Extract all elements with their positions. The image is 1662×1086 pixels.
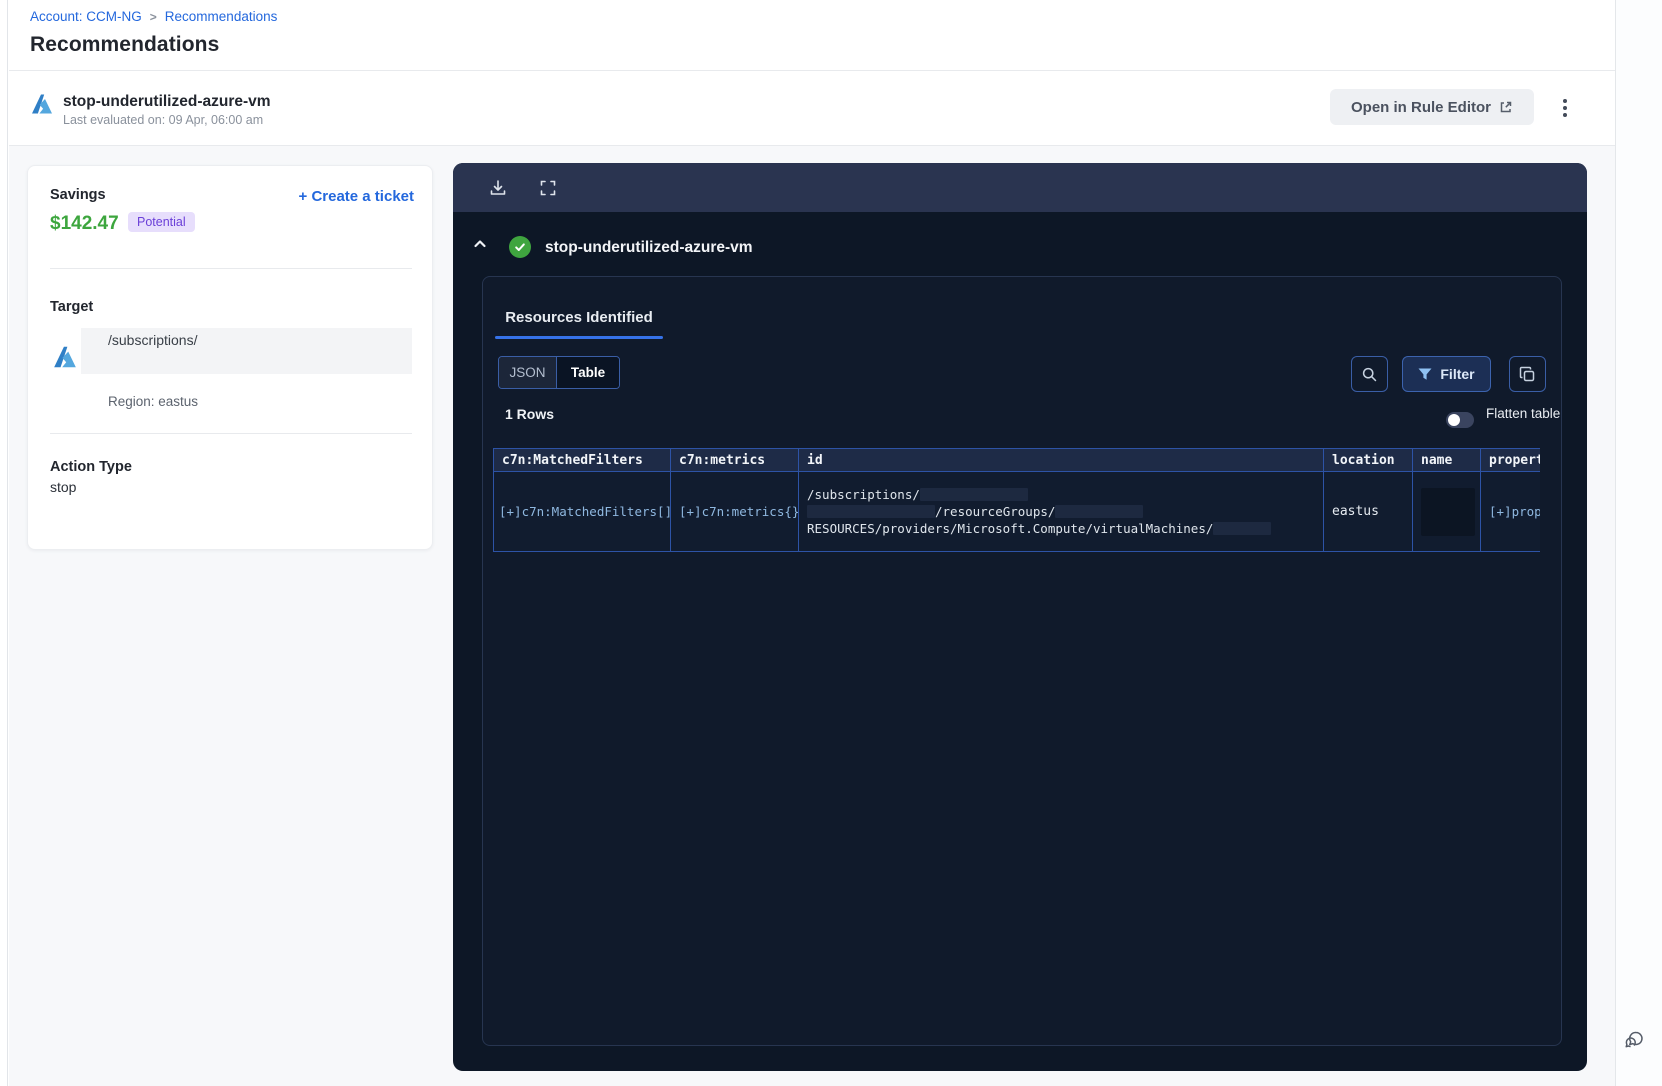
search-button[interactable] xyxy=(1351,356,1388,392)
cell-matched-filters-expander[interactable]: [+]c7n:MatchedFilters[] xyxy=(494,472,671,551)
help-chat-button[interactable] xyxy=(1621,1028,1647,1054)
cell-resource-id: /subscriptions/ /resourceGroups/ RESOURC… xyxy=(799,472,1324,551)
rule-options-menu-button[interactable] xyxy=(1553,95,1577,121)
azure-icon xyxy=(30,92,54,116)
breadcrumb-current-link[interactable]: Recommendations xyxy=(165,9,278,24)
external-link-icon xyxy=(1499,100,1513,114)
open-in-rule-editor-button[interactable]: Open in Rule Editor xyxy=(1330,89,1534,125)
table-header-row: c7n:MatchedFilters c7n:metrics id locati… xyxy=(494,449,1540,471)
results-toolbar xyxy=(453,163,1587,212)
fullscreen-button[interactable] xyxy=(537,177,559,199)
breadcrumb-account-link[interactable]: Account: CCM-NG xyxy=(30,9,142,24)
subheader-divider xyxy=(9,145,1615,146)
target-path: /subscriptions/ xyxy=(108,331,198,348)
rule-name: stop-underutilized-azure-vm xyxy=(63,93,271,110)
tab-active-indicator xyxy=(495,336,663,339)
redaction-block xyxy=(1421,487,1475,536)
success-check-icon xyxy=(509,236,531,258)
resource-id-line-3: RESOURCES/providers/Microsoft.Compute/vi… xyxy=(807,521,1214,536)
create-ticket-button[interactable]: + Create a ticket xyxy=(299,188,414,205)
redaction-block xyxy=(1213,522,1272,535)
copy-icon xyxy=(1519,366,1536,383)
panel-rule-title: stop-underutilized-azure-vm xyxy=(545,239,753,256)
resources-table: c7n:MatchedFilters c7n:metrics id locati… xyxy=(493,448,1540,552)
filter-icon xyxy=(1418,368,1432,381)
cell-name xyxy=(1413,472,1481,551)
left-rail xyxy=(0,0,8,1086)
chat-bubbles-icon xyxy=(1621,1028,1647,1054)
search-icon xyxy=(1361,366,1378,383)
savings-label: Savings xyxy=(50,187,106,203)
view-table-segment[interactable]: Table xyxy=(557,357,619,388)
breadcrumb-separator: > xyxy=(149,9,157,24)
download-button[interactable] xyxy=(487,177,509,199)
target-redacted-row xyxy=(81,351,412,374)
savings-card: Savings + Create a ticket $142.47 Potent… xyxy=(27,165,433,550)
column-header-properties: properties xyxy=(1481,449,1540,471)
redaction-block xyxy=(807,505,935,518)
action-type-label: Action Type xyxy=(50,459,132,475)
right-gutter xyxy=(1615,0,1662,1086)
filter-label: Filter xyxy=(1440,366,1475,382)
cell-metrics-expander[interactable]: [+]c7n:metrics{} xyxy=(671,472,799,551)
target-label: Target xyxy=(50,299,94,315)
resource-id-line-2: /resourceGroups/ xyxy=(935,504,1056,519)
column-header-location: location xyxy=(1324,449,1413,471)
redaction-block xyxy=(919,488,1028,501)
page-title: Recommendations xyxy=(30,33,220,56)
column-header-metrics: c7n:metrics xyxy=(671,449,799,471)
view-mode-segmented-control: JSON Table xyxy=(498,356,620,389)
column-header-id: id xyxy=(799,449,1324,471)
download-icon xyxy=(488,178,508,198)
column-header-matched-filters: c7n:MatchedFilters xyxy=(494,449,671,471)
open-in-rule-editor-label: Open in Rule Editor xyxy=(1350,98,1491,116)
redaction-block xyxy=(1055,505,1144,518)
filter-button[interactable]: Filter xyxy=(1402,356,1491,392)
copy-button[interactable] xyxy=(1509,356,1546,392)
savings-amount: $142.47 xyxy=(50,213,119,234)
target-region: Region: eastus xyxy=(108,394,199,409)
target-path-row: /subscriptions/ xyxy=(81,328,412,351)
cell-location: eastus xyxy=(1324,472,1413,551)
breadcrumb: Account: CCM-NG > Recommendations xyxy=(30,9,277,24)
resources-container xyxy=(482,276,1562,1046)
azure-target-icon xyxy=(52,344,78,370)
resource-id-line-1: /subscriptions/ xyxy=(807,487,920,502)
rule-last-evaluated: Last evaluated on: 09 Apr, 06:00 am xyxy=(63,113,264,127)
action-type-value: stop xyxy=(50,479,77,495)
table-row: [+]c7n:MatchedFilters[] [+]c7n:metrics{}… xyxy=(494,471,1540,551)
card-divider-2 xyxy=(50,433,412,434)
column-header-name: name xyxy=(1413,449,1481,471)
flatten-table-label: Flatten table xyxy=(1486,406,1561,421)
header-divider xyxy=(9,70,1615,71)
card-divider xyxy=(50,268,412,269)
collapse-section-button[interactable] xyxy=(472,236,488,252)
chevron-up-icon xyxy=(472,236,488,252)
rows-count: 1 Rows xyxy=(505,406,555,422)
tab-resources-identified[interactable]: Resources Identified xyxy=(495,296,663,338)
view-json-segment[interactable]: JSON xyxy=(499,357,557,388)
flatten-table-toggle[interactable] xyxy=(1446,412,1474,428)
potential-badge: Potential xyxy=(128,212,195,232)
recommendations-page: Account: CCM-NG > Recommendations Recomm… xyxy=(0,0,1662,1086)
target-rows: /subscriptions/ xyxy=(81,328,412,374)
cell-properties-expander[interactable]: [+]properties{} xyxy=(1481,472,1540,551)
fullscreen-icon xyxy=(539,179,557,197)
